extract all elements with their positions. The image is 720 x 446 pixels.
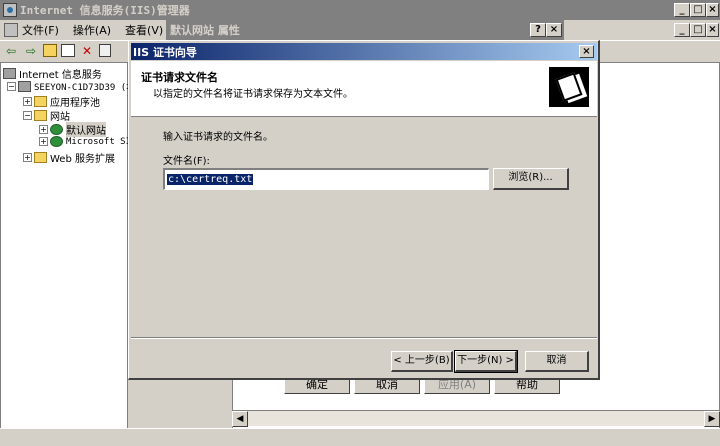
wizard-close-button[interactable]: ×	[579, 45, 594, 58]
expand-icon[interactable]: +	[23, 153, 32, 162]
main-titlebar: Internet 信息服务(IIS)管理器 _ □ ×	[0, 0, 720, 20]
iis-app-icon	[3, 3, 17, 17]
child-restore-button[interactable]: □	[690, 23, 706, 37]
expand-icon[interactable]: +	[39, 137, 48, 146]
filename-prompt: 输入证书请求的文件名。	[163, 132, 273, 143]
child-minimize-button[interactable]: _	[674, 23, 690, 37]
expand-icon[interactable]: +	[39, 125, 48, 134]
expand-icon[interactable]: +	[23, 97, 32, 106]
wizard-title: IIS 证书向导	[133, 45, 197, 59]
mmc-doc-icon	[4, 23, 18, 37]
wizard-header-subtitle: 以指定的文件名将证书请求保存为文本文件。	[153, 89, 353, 100]
tree-websites-label: 网站	[50, 112, 70, 123]
tree-ms-site[interactable]: + Microsoft SI	[39, 136, 131, 147]
close-button[interactable]: ×	[706, 3, 719, 17]
menu-file[interactable]: 文件(F)	[22, 22, 59, 38]
globe-icon	[50, 136, 63, 147]
properties-close-button[interactable]: ×	[546, 23, 562, 37]
wizard-separator	[131, 337, 597, 339]
tree-panel: Internet 信息服务 − SEEYON-C1D73D39 (本 + 应用程…	[0, 62, 135, 446]
child-close-button[interactable]: ×	[706, 23, 719, 37]
tree-websites[interactable]: − 网站	[23, 108, 70, 123]
folder-icon	[34, 110, 47, 121]
delete-icon[interactable]: ✕	[79, 43, 95, 59]
properties-titlebar: 默认网站 属性 ? ×	[166, 20, 564, 40]
folder-icon	[34, 152, 47, 163]
browse-button[interactable]: 浏览(R)...	[493, 168, 569, 190]
back-button[interactable]: < 上一步(B)	[391, 351, 453, 372]
wizard-header: 证书请求文件名 以指定的文件名将证书请求保存为文本文件。	[131, 61, 597, 117]
folder-icon	[34, 96, 47, 107]
tree-web-ext[interactable]: + Web 服务扩展	[23, 150, 115, 165]
scroll-right-icon[interactable]: ▶	[704, 411, 720, 427]
properties-help-button[interactable]: ?	[530, 23, 546, 37]
scroll-left-icon[interactable]: ◀	[232, 411, 248, 427]
tree-default-site[interactable]: + 默认网站	[39, 122, 106, 137]
horizontal-scrollbar[interactable]: ◀ ▶	[232, 410, 720, 427]
collapse-icon[interactable]: −	[7, 82, 16, 91]
tree-app-pools-label: 应用程序池	[50, 98, 100, 109]
tree-root-label: Internet 信息服务	[19, 70, 102, 81]
tree-app-pools[interactable]: + 应用程序池	[23, 94, 100, 109]
filename-value: c:\certreq.txt	[167, 174, 254, 185]
tree-server-label: SEEYON-C1D73D39 (本	[34, 83, 136, 93]
tree-web-ext-label: Web 服务扩展	[50, 154, 115, 165]
up-folder-icon[interactable]	[43, 44, 57, 57]
maximize-button[interactable]: □	[690, 3, 706, 17]
iis-icon	[3, 68, 16, 79]
filename-input[interactable]: c:\certreq.txt	[163, 168, 489, 190]
wizard-cancel-button[interactable]: 取消	[525, 351, 589, 372]
status-bar	[0, 428, 720, 446]
wizard-header-title: 证书请求文件名	[141, 71, 218, 84]
forward-arrow-icon[interactable]: ⇨	[23, 43, 39, 59]
collapse-icon[interactable]: −	[23, 111, 32, 120]
show-tree-icon[interactable]	[61, 44, 75, 57]
minimize-button[interactable]: _	[674, 3, 690, 17]
properties-icon[interactable]	[99, 44, 111, 57]
wizard-titlebar: IIS 证书向导 ×	[131, 43, 597, 60]
properties-title: 默认网站 属性	[170, 24, 240, 37]
next-button[interactable]: 下一步(N) >	[454, 350, 518, 373]
tree-ms-site-label: Microsoft SI	[66, 136, 132, 147]
globe-icon	[50, 124, 63, 135]
tree-default-site-label: 默认网站	[66, 122, 106, 137]
filename-label: 文件名(F):	[163, 156, 210, 167]
certificate-icon	[549, 67, 589, 107]
server-icon	[18, 81, 31, 92]
main-window-title: Internet 信息服务(IIS)管理器	[20, 4, 190, 17]
menu-view[interactable]: 查看(V)	[125, 22, 163, 38]
back-arrow-icon[interactable]: ⇦	[3, 43, 19, 59]
certificate-wizard-dialog: IIS 证书向导 × 证书请求文件名 以指定的文件名将证书请求保存为文本文件。 …	[128, 40, 600, 380]
tree-root[interactable]: Internet 信息服务	[3, 66, 102, 81]
menu-action[interactable]: 操作(A)	[73, 22, 111, 38]
tree-server[interactable]: − SEEYON-C1D73D39 (本	[7, 80, 135, 93]
